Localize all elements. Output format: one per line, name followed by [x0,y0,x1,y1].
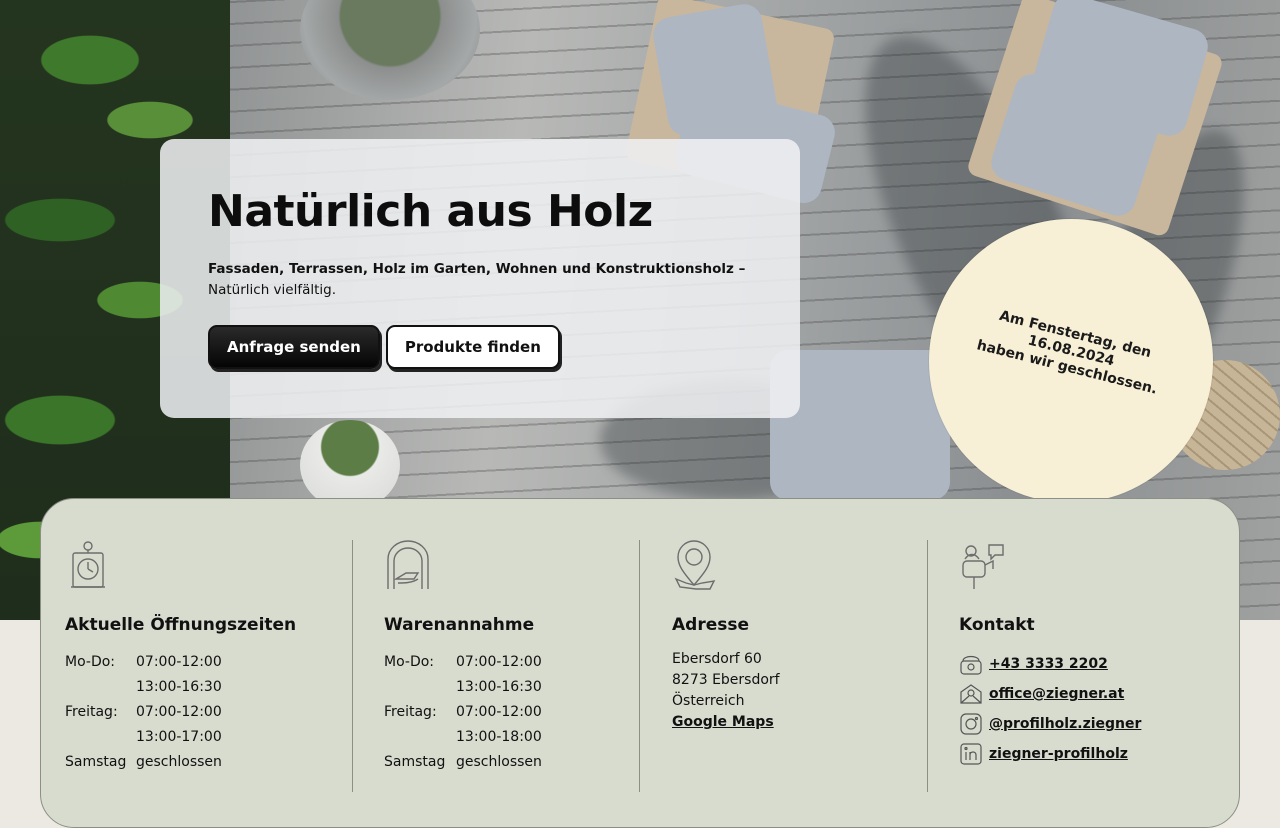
opening-hours-heading: Aktuelle Öffnungszeiten [65,615,297,635]
closure-notice: Am Fenstertag, den 16.08.2024 haben wir … [929,219,1213,503]
page-title: Natürlich aus Holz [208,186,653,237]
goods-receiving-heading: Warenannahme [384,615,535,635]
column-divider [927,540,928,792]
hours-day: Freitag: [65,703,118,720]
phone-icon [960,655,982,675]
hours-time: geschlossen [456,753,542,770]
column-divider [639,540,640,792]
linkedin-icon [960,743,982,765]
hours-row: 13:00-16:30 [65,674,335,699]
send-request-button[interactable]: Anfrage senden [208,325,380,369]
instagram-link[interactable]: @profilholz.ziegner [989,716,1141,732]
hours-row: 13:00-16:30 [384,674,634,699]
google-maps-link[interactable]: Google Maps [672,714,774,730]
column-divider [352,540,353,792]
opening-hours-section: Aktuelle Öffnungszeiten Mo-Do: 07:00-12:0… [65,539,335,791]
hours-row: 13:00-17:00 [65,724,335,749]
find-products-button[interactable]: Produkte finden [385,325,560,369]
hours-time: 07:00-12:00 [456,653,542,670]
hours-time: geschlossen [136,753,222,770]
hours-time: 13:00-16:30 [136,678,222,695]
address-city: 8273 Ebersdorf [672,672,780,688]
hours-time: 07:00-12:00 [136,653,222,670]
hours-day: Freitag: [384,703,437,720]
address-country: Österreich [672,693,745,709]
contact-row-phone: +43 3333 2202 [959,649,1219,679]
hours-row: Freitag: 07:00-12:00 [384,699,634,724]
hours-row: Samstag geschlossen [384,749,634,774]
archway-icon [387,540,429,589]
intro-subtitle-regular: Natürlich vielfältig. [208,282,337,298]
contact-section: Kontakt +43 3333 2202 office@ziegner.at … [959,539,1219,791]
hours-time: 07:00-12:00 [456,703,542,720]
address-section: Adresse Ebersdorf 60 8273 Ebersdorf Öste… [672,539,922,791]
contact-heading: Kontakt [959,615,1035,635]
goods-receiving-section: Warenannahme Mo-Do: 07:00-12:00 13:00-16:… [384,539,634,791]
hours-row: Freitag: 07:00-12:00 [65,699,335,724]
hours-row: 13:00-18:00 [384,724,634,749]
hours-row: Mo-Do: 07:00-12:00 [65,649,335,674]
phone-link[interactable]: +43 3333 2202 [989,656,1108,672]
hours-day: Samstag [384,753,446,770]
opening-hours-list: Mo-Do: 07:00-12:00 13:00-16:30 Freitag: 07… [65,649,335,774]
intro-subtitle: Fassaden, Terrassen, Holz im Garten, Woh… [208,259,752,301]
clock-icon [71,541,105,588]
mailbox-icon [962,544,1004,589]
info-panel: Aktuelle Öffnungszeiten Mo-Do: 07:00-12:0… [40,498,1240,828]
hours-time: 13:00-16:30 [456,678,542,695]
contact-row-instagram: @profilholz.ziegner [959,709,1219,739]
address-street: Ebersdorf 60 [672,651,762,667]
hours-day: Mo-Do: [65,653,116,670]
contact-row-email: office@ziegner.at [959,679,1219,709]
contact-list: +43 3333 2202 office@ziegner.at @profilh… [959,649,1219,769]
hours-day: Samstag [65,753,127,770]
closure-notice-text: Am Fenstertag, den 16.08.2024 haben wir … [953,298,1189,403]
contact-row-linkedin: ziegner-profilholz [959,739,1219,769]
email-icon [960,684,982,704]
intro-subtitle-bold: Fassaden, Terrassen, Holz im Garten, Woh… [208,261,746,277]
linkedin-link[interactable]: ziegner-profilholz [989,746,1128,762]
hours-day: Mo-Do: [384,653,435,670]
goods-receiving-list: Mo-Do: 07:00-12:00 13:00-16:30 Freitag: 07… [384,649,634,774]
address-block: Ebersdorf 60 8273 Ebersdorf Österreich G… [672,649,922,733]
instagram-icon [960,713,982,735]
intro-card: Natürlich aus Holz Fassaden, Terrassen, … [160,139,800,418]
hours-time: 13:00-17:00 [136,728,222,745]
address-heading: Adresse [672,615,750,635]
email-link[interactable]: office@ziegner.at [989,686,1124,702]
intro-buttons: Anfrage senden Produkte finden [208,325,752,369]
hours-row: Mo-Do: 07:00-12:00 [384,649,634,674]
hours-time: 07:00-12:00 [136,703,222,720]
hours-row: Samstag geschlossen [65,749,335,774]
map-pin-icon [674,540,716,590]
hours-time: 13:00-18:00 [456,728,542,745]
